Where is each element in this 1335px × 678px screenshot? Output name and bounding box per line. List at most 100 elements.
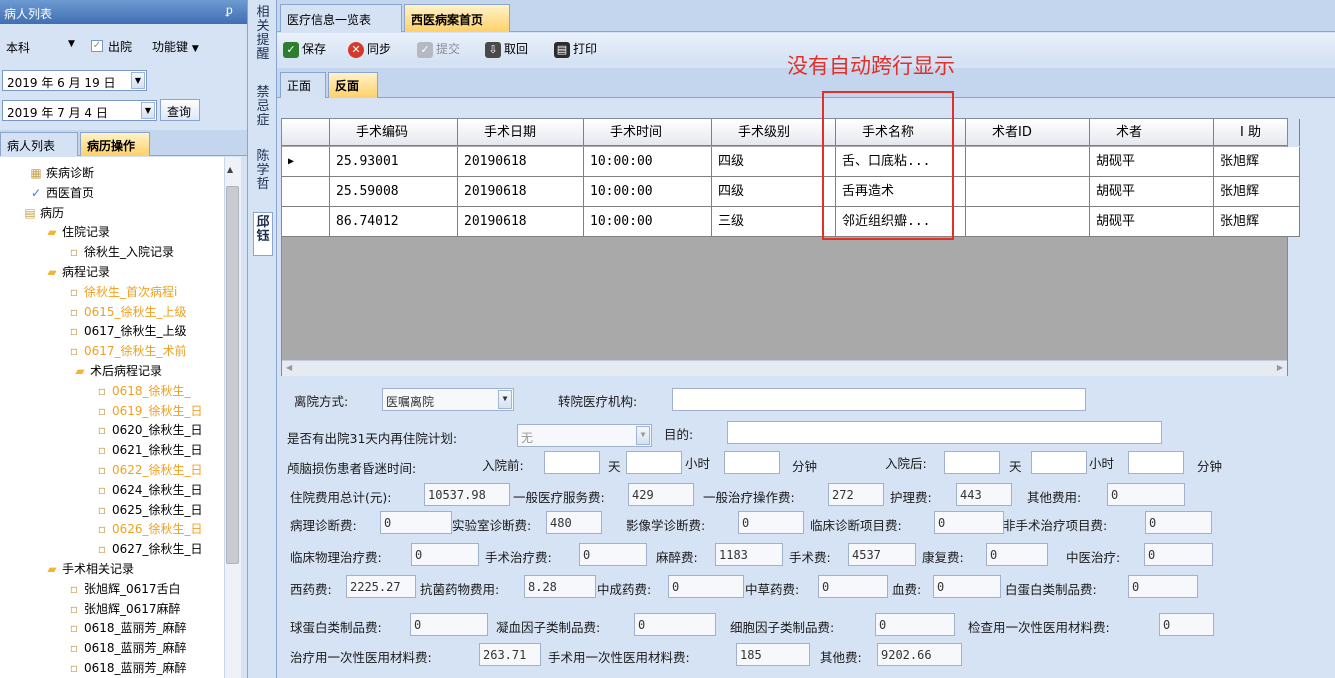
fetch-button[interactable]: ⇩ 取回: [485, 40, 528, 58]
surg-treat-input[interactable]: 0: [579, 543, 647, 566]
grid-col-header[interactable]: I 助: [1214, 119, 1300, 146]
clinical-dx-input[interactable]: 0: [934, 511, 1004, 534]
grid-cell[interactable]: 四级: [712, 147, 836, 177]
grid-cell[interactable]: 四级: [712, 177, 836, 207]
query-button[interactable]: 查询: [160, 99, 200, 121]
tree-item[interactable]: ▫ 0619_徐秋生_日: [94, 401, 203, 421]
albumin-input[interactable]: 0: [1128, 575, 1198, 598]
tree-item[interactable]: ▫ 张旭辉_0617舌白: [66, 579, 181, 599]
total-input[interactable]: 10537.98: [424, 483, 510, 506]
tab-medical-overview[interactable]: 医疗信息一览表: [280, 4, 402, 32]
tree-item[interactable]: ▫ 0618_蓝丽芳_麻醉: [66, 658, 187, 678]
grid-col-header[interactable]: 手术级别: [712, 119, 836, 146]
grid-cell[interactable]: 20190618: [458, 207, 584, 237]
row-indicator[interactable]: [282, 207, 330, 237]
grid-cell[interactable]: 86.74012: [330, 207, 458, 237]
tree-scroll-thumb[interactable]: [226, 186, 239, 564]
chevron-down-icon[interactable]: ▼: [131, 72, 145, 89]
tab-front[interactable]: 正面: [280, 72, 326, 98]
general-service-input[interactable]: 429: [628, 483, 694, 506]
grid-col-header[interactable]: 手术日期: [458, 119, 584, 146]
transfer-org-input[interactable]: [672, 388, 1086, 411]
grid-cell[interactable]: 25.59008: [330, 177, 458, 207]
tab-western-front-page[interactable]: 西医病案首页: [404, 4, 510, 32]
tree-item[interactable]: ▫ 0618_蓝丽芳_麻醉: [66, 618, 187, 638]
tree-item[interactable]: ▫ 0615_徐秋生_上级: [66, 302, 187, 322]
scroll-up-icon[interactable]: ▲: [227, 165, 233, 174]
grid-cell[interactable]: 胡砚平: [1090, 177, 1214, 207]
general-treatment-input[interactable]: 272: [828, 483, 884, 506]
cytokine-input[interactable]: 0: [875, 613, 955, 636]
grid-col-header[interactable]: 术者ID: [966, 119, 1090, 146]
blood-input[interactable]: 0: [933, 575, 1001, 598]
nonsurg-input[interactable]: 0: [1145, 511, 1212, 534]
grid-cell[interactable]: 20190618: [458, 177, 584, 207]
tree-item[interactable]: ▫ 0620_徐秋生_日: [94, 420, 203, 440]
treat-disp-input[interactable]: 263.71: [479, 643, 541, 666]
tab-patient-list[interactable]: 病人列表: [0, 132, 78, 156]
tree-item[interactable]: ▰ 手术相关记录: [44, 559, 134, 579]
side-tab-patient[interactable]: 邱钰: [253, 212, 273, 256]
side-tab-reminder[interactable]: 相关提醒: [253, 6, 273, 78]
row-indicator[interactable]: [282, 177, 330, 207]
scroll-left-icon[interactable]: ◀: [286, 363, 292, 372]
grid-cell[interactable]: 三级: [712, 207, 836, 237]
others-input[interactable]: 9202.66: [877, 643, 962, 666]
grid-col-header[interactable]: 手术时间: [584, 119, 712, 146]
grid-cell[interactable]: 胡砚平: [1090, 207, 1214, 237]
cpm-input[interactable]: 0: [668, 575, 744, 598]
date-to-picker[interactable]: 2019 年 7 月 4 日 ▼: [2, 100, 157, 121]
tree-item[interactable]: ▫ 0625_徐秋生_日: [94, 500, 203, 520]
side-tab-contraindication[interactable]: 禁忌症: [253, 86, 273, 140]
grid-cell[interactable]: [966, 207, 1090, 237]
tree-item[interactable]: ▫ 0622_徐秋生_日: [94, 460, 203, 480]
print-button[interactable]: ▤ 打印: [554, 40, 597, 58]
chevron-down-icon[interactable]: ▼: [498, 390, 512, 409]
grid-col-header[interactable]: 术者: [1090, 119, 1214, 146]
tree-item[interactable]: ▰ 病程记录: [44, 262, 110, 282]
scroll-right-icon[interactable]: ▶: [1277, 363, 1283, 372]
coag-input[interactable]: 0: [634, 613, 716, 636]
tree-item[interactable]: ▫ 张旭辉_0617麻醉: [66, 599, 181, 619]
before-hours-input[interactable]: [626, 451, 682, 474]
tree-item[interactable]: ▫ 徐秋生_首次病程i: [66, 282, 177, 302]
row-indicator[interactable]: ▶: [282, 147, 330, 177]
tree-item[interactable]: ▤ 病历: [22, 203, 64, 223]
tree-item[interactable]: ▫ 0626_徐秋生_日: [94, 519, 203, 539]
sync-button[interactable]: ✕ 同步: [348, 40, 391, 58]
date-from-picker[interactable]: 2019 年 6 月 19 日 ▼: [2, 70, 147, 91]
before-days-input[interactable]: [544, 451, 600, 474]
grid-cell[interactable]: 张旭辉: [1214, 177, 1300, 207]
physio-input[interactable]: 0: [411, 543, 479, 566]
grid-cell[interactable]: 25.93001: [330, 147, 458, 177]
readmit-select[interactable]: 无 ▼: [517, 424, 652, 447]
tab-back[interactable]: 反面: [328, 72, 378, 98]
after-hours-input[interactable]: [1031, 451, 1087, 474]
grid-cell[interactable]: 张旭辉: [1214, 207, 1300, 237]
anesth-input[interactable]: 1183: [715, 543, 783, 566]
tree-item[interactable]: ▦ 疾病诊断: [28, 163, 94, 183]
grid-corner[interactable]: [282, 119, 330, 146]
tree-item[interactable]: ▫ 徐秋生_入院记录: [66, 242, 174, 262]
tree-item[interactable]: ▫ 0618_蓝丽芳_麻醉: [66, 638, 187, 658]
pin-icon[interactable]: ᵱ: [226, 3, 233, 17]
tree-item[interactable]: ▫ 0617_徐秋生_术前: [66, 341, 187, 361]
rehab-input[interactable]: 0: [986, 543, 1048, 566]
discharge-method-select[interactable]: 医嘱离院 ▼: [382, 388, 514, 411]
other-fee-input[interactable]: 0: [1107, 483, 1185, 506]
grid-cell[interactable]: 张旭辉: [1214, 147, 1300, 177]
tcm-input[interactable]: 0: [1144, 543, 1213, 566]
grid-cell[interactable]: 胡砚平: [1090, 147, 1214, 177]
chevron-down-icon[interactable]: ▼: [141, 102, 155, 119]
grid-cell[interactable]: [966, 147, 1090, 177]
after-minutes-input[interactable]: [1128, 451, 1184, 474]
tab-record-ops[interactable]: 病历操作: [80, 132, 150, 156]
imaging-input[interactable]: 0: [738, 511, 804, 534]
grid-cell[interactable]: 20190618: [458, 147, 584, 177]
western-input[interactable]: 2225.27: [346, 575, 416, 598]
grid-cell[interactable]: 10:00:00: [584, 147, 712, 177]
exam-disp-input[interactable]: 0: [1159, 613, 1214, 636]
grid-cell[interactable]: [966, 177, 1090, 207]
save-button[interactable]: ✓ 保存: [283, 40, 326, 58]
discharge-checkbox[interactable]: ✓: [91, 40, 103, 52]
